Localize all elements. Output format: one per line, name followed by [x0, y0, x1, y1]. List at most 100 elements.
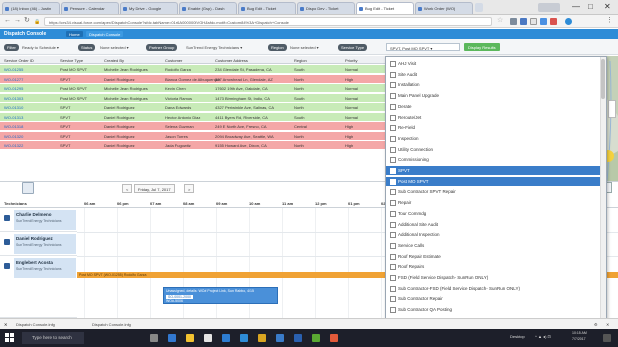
service-order-link[interactable]: WO-01303: [4, 96, 23, 101]
service-order-link[interactable]: WO-01277: [4, 77, 23, 82]
dropdown-option[interactable]: Sub Contractor QA Posting: [386, 305, 601, 314]
dropdown-option[interactable]: Derate: [386, 102, 601, 111]
technician-row[interactable]: Charlie Delmeno SunTrendEnergy Technicia…: [0, 208, 77, 232]
minimize-button[interactable]: —: [572, 3, 580, 11]
tray-icons[interactable]: ^ ▲ ◂) ⊡: [535, 334, 551, 339]
service-order-link[interactable]: WO-01255: [4, 67, 23, 72]
service-order-link[interactable]: WO-01322: [4, 143, 23, 148]
browser-tab[interactable]: Enable (Gsp) - Dash: [179, 2, 237, 14]
clock-date[interactable]: 7/7/2017: [572, 337, 586, 341]
extension-icon[interactable]: [540, 18, 547, 25]
table-row[interactable]: WO-01303 Post MO SPVT Michelle Jean Rodrig…: [0, 93, 385, 103]
dropdown-option[interactable]: Sub Contractor SPVT Repair: [386, 187, 601, 196]
dropdown-option[interactable]: Re-Field: [386, 123, 601, 132]
dropdown-option[interactable]: Service Calls: [386, 241, 601, 250]
close-window-button[interactable]: ✕: [604, 3, 611, 11]
calendar-icon[interactable]: [22, 182, 34, 194]
service-order-link[interactable]: WO-01295: [4, 86, 23, 91]
dropdown-option[interactable]: Main Panel Upgrade: [386, 91, 601, 100]
dropdown-option[interactable]: Utility Connection: [386, 145, 601, 154]
next-day-button[interactable]: >: [184, 184, 195, 193]
dropdown-option[interactable]: Roof Repairs: [386, 262, 601, 271]
table-row[interactable]: WO-01318 SPVT Daniel Rodriguez Selena Guzma…: [0, 122, 385, 131]
dropdown-option[interactable]: Tour Commdg: [386, 209, 601, 218]
dropdown-option[interactable]: Additional Site Audit: [386, 220, 601, 229]
excel-icon[interactable]: [312, 334, 320, 342]
service-order-link[interactable]: WO-01318: [4, 124, 23, 129]
dropdown-option[interactable]: Post MO SPVT: [386, 176, 601, 186]
dropdown-option[interactable]: AHJ Visit: [386, 59, 601, 68]
table-row[interactable]: WO-01310 SPVT Daniel Rodriguez Dana Edwards…: [0, 103, 385, 112]
column-header[interactable]: Priority: [345, 58, 357, 63]
extension-icon[interactable]: [510, 18, 517, 25]
browser-tab-active[interactable]: Bug Edit - Ticket: [356, 2, 414, 14]
taskbar-search-input[interactable]: Type here to search: [22, 332, 84, 344]
download-item[interactable]: Dispatch Console.lnfg: [16, 322, 55, 327]
clock-time[interactable]: 10:15 AM: [572, 331, 587, 335]
job-card[interactable]: Unassigned, details: WO# Project Link, S…: [163, 287, 278, 304]
dropdown-option[interactable]: Repair: [386, 198, 601, 207]
app-tab-dispatch-console[interactable]: Dispatch Console: [86, 31, 124, 37]
extension-icon[interactable]: [550, 18, 557, 25]
browser-tab[interactable]: Bug Edit - Ticket: [238, 2, 296, 14]
store-icon[interactable]: [204, 334, 212, 342]
dropdown-option[interactable]: FSD (Field Service Dispatch- SunRun ONLY…: [386, 273, 601, 282]
dropdown-option[interactable]: Roof Repair Estimate: [386, 252, 601, 261]
table-row[interactable]: WO-01255 Post MO SPVT Michelle Jean Rodrig…: [0, 65, 385, 74]
technician-card[interactable]: Charlie Delmeno SunTrendEnergy Technicia…: [14, 210, 76, 230]
maximize-button[interactable]: □: [588, 3, 593, 11]
dropdown-option[interactable]: Additional Inspection: [386, 230, 601, 239]
column-header[interactable]: Service Type: [60, 58, 83, 63]
windows-start-icon[interactable]: [5, 333, 15, 343]
map-zoom-control[interactable]: [608, 100, 616, 118]
table-row[interactable]: WO-01320 SPVT Daniel Rodriguez Jason Torres…: [0, 131, 385, 141]
table-row[interactable]: WO-01277 SPVT Daniel Rodriguez Bianca Gomez…: [0, 74, 385, 84]
prev-day-button[interactable]: <: [122, 184, 133, 193]
browser-tab[interactable]: Work Order (WO): [415, 2, 473, 14]
dropdown-scrollbar[interactable]: [600, 57, 606, 327]
dropdown-option[interactable]: Commissioning: [386, 155, 601, 164]
settings-icon[interactable]: ⚙: [594, 322, 598, 327]
technician-card[interactable]: Englebert Acosta SunTrendEnergy Technici…: [14, 258, 76, 278]
status-dropdown[interactable]: None selected ▾: [100, 45, 129, 50]
reload-icon[interactable]: ↻: [24, 17, 30, 25]
browser-tab[interactable]: Dispo Dev - Ticket: [297, 2, 355, 14]
outlook-icon[interactable]: [294, 334, 302, 342]
dropdown-option[interactable]: Sub Contractor Repair: [386, 294, 601, 303]
region-dropdown[interactable]: None selected ▾: [290, 45, 319, 50]
extension-icon[interactable]: [520, 18, 527, 25]
technician-row[interactable]: Daniel Rodriguez SunTrendEnergy Technici…: [0, 232, 77, 256]
profile-button[interactable]: [538, 3, 560, 12]
technician-row[interactable]: Englebert Acosta SunTrendEnergy Technici…: [0, 256, 77, 318]
dropdown-option[interactable]: Sub Contractor-FSD (Field Service Dispat…: [386, 284, 601, 293]
column-header[interactable]: Created By: [104, 58, 124, 63]
file-explorer-icon[interactable]: [186, 334, 194, 342]
star-icon[interactable]: ☆: [497, 17, 503, 25]
dropdown-option[interactable]: Site Audit: [386, 70, 601, 79]
browser-tab[interactable]: Pensure - Calendar: [61, 2, 119, 14]
account-icon[interactable]: [565, 18, 572, 25]
table-row[interactable]: WO-01313 SPVT Daniel Rodriguez Hector Anton…: [0, 112, 385, 122]
column-header[interactable]: Region: [294, 58, 307, 63]
dropdown-option[interactable]: Reroute/Jet: [386, 113, 601, 122]
dropdown-scrollbar-thumb[interactable]: [601, 59, 605, 99]
chrome-icon[interactable]: [330, 334, 338, 342]
extension-icon[interactable]: [530, 18, 537, 25]
desktop-label[interactable]: Desktop: [510, 334, 525, 339]
edge-icon[interactable]: [168, 334, 176, 342]
mail-icon[interactable]: [222, 334, 230, 342]
table-row[interactable]: WO-01322 SPVT Daniel Rodriguez Jada Fugowit…: [0, 141, 385, 150]
app-icon[interactable]: [276, 334, 284, 342]
back-icon[interactable]: ←: [4, 17, 11, 25]
table-row[interactable]: WO-01295 Post MO SPVT Michelle Jean Rodrig…: [0, 84, 385, 93]
close-downloads-icon[interactable]: ✕: [606, 322, 609, 327]
dropdown-option[interactable]: Installation: [386, 80, 601, 89]
dropdown-option[interactable]: Inspection: [386, 134, 601, 143]
technician-card[interactable]: Daniel Rodriguez SunTrendEnergy Technici…: [14, 234, 76, 254]
app-icon[interactable]: [240, 334, 248, 342]
browser-tab[interactable]: (18) Inbox (46) - Justin: [2, 2, 60, 14]
app-tab-home[interactable]: Home: [66, 31, 83, 37]
new-tab-button[interactable]: [475, 3, 483, 12]
dropdown-option[interactable]: SPVT: [386, 166, 601, 175]
close-icon[interactable]: ✕: [4, 322, 7, 327]
